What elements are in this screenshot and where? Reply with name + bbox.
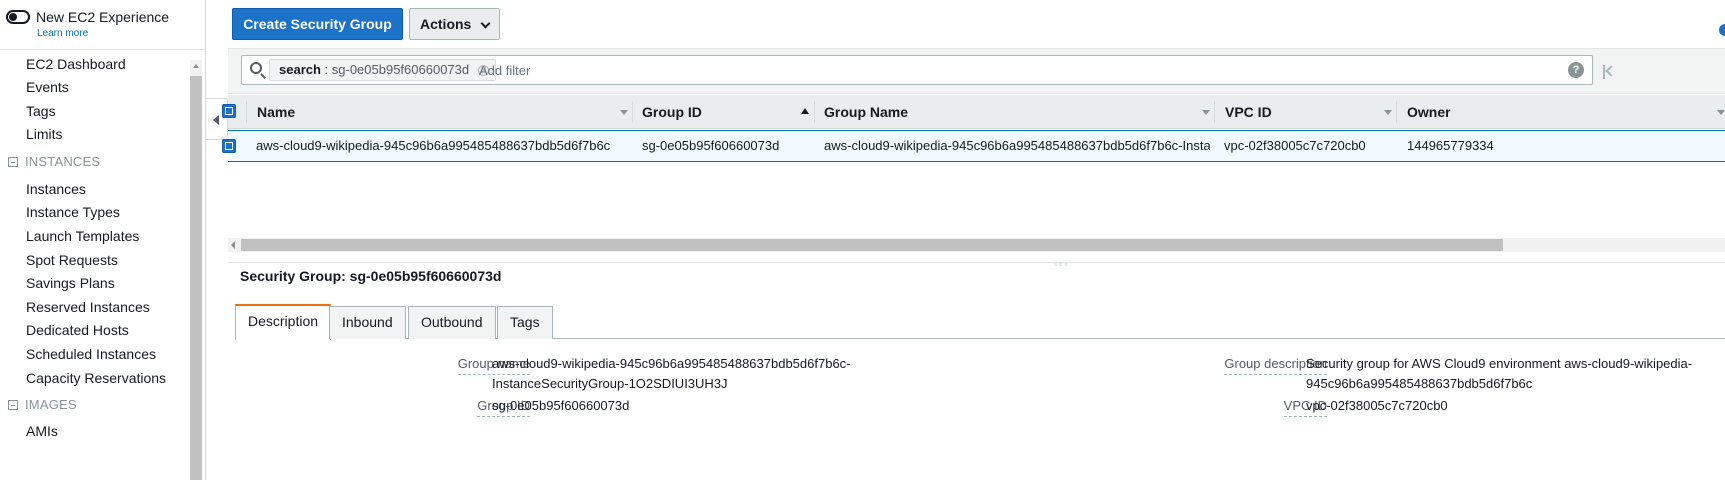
column-header-name[interactable]: Name <box>257 95 295 129</box>
scroll-left-icon[interactable] <box>231 241 235 249</box>
collapse-section-icon <box>8 157 18 167</box>
sidebar-item-events[interactable]: Events <box>26 79 69 95</box>
sidebar-item-spot-requests[interactable]: Spot Requests <box>26 252 118 268</box>
table-horizontal-scrollbar[interactable] <box>228 238 1725 252</box>
select-all-checkbox[interactable] <box>222 104 236 118</box>
sidebar-item-amis[interactable]: AMIs <box>26 423 58 439</box>
sidebar-item-instances[interactable]: Instances <box>26 181 86 197</box>
scroll-up-icon[interactable] <box>193 64 199 68</box>
sidebar-item-limits[interactable]: Limits <box>26 126 63 142</box>
panel-divider <box>228 262 1725 263</box>
resize-handle-icon[interactable]: ▫▫▫ <box>1054 259 1070 269</box>
group-description-line: Security group for AWS Cloud9 environmen… <box>1306 356 1693 371</box>
table-header: Name Group ID Group Name VPC ID Owner <box>222 95 1725 129</box>
sidebar-item-ec2-dashboard[interactable]: EC2 Dashboard <box>26 56 126 72</box>
group-description-value: Security group for AWS Cloud9 environmen… <box>1306 354 1692 394</box>
sidebar-item-savings-plans[interactable]: Savings Plans <box>26 275 115 291</box>
sort-icon[interactable] <box>1202 110 1210 115</box>
new-experience-label: New EC2 Experience <box>36 9 170 25</box>
column-separator <box>814 101 815 123</box>
sort-icon[interactable] <box>620 110 628 115</box>
column-separator <box>1396 101 1397 123</box>
collapse-section-icon <box>8 400 18 410</box>
table-row[interactable]: aws-cloud9-wikipedia-945c96b6a9954854886… <box>222 130 1725 162</box>
sidebar-scrollbar-thumb[interactable] <box>190 76 202 480</box>
caret-left-icon <box>213 115 219 125</box>
filter-token-key: search <box>279 62 321 77</box>
create-security-group-button[interactable]: Create Security Group <box>232 8 403 40</box>
sort-icon[interactable] <box>1384 110 1392 115</box>
sidebar-section-title: INSTANCES <box>25 154 101 169</box>
column-separator <box>632 101 633 123</box>
horizontal-scrollbar-thumb[interactable] <box>241 239 1503 251</box>
group-description-line: 945c96b6a995485488637bdb5d6f7b6c <box>1306 376 1533 391</box>
sidebar-item-reserved-instances[interactable]: Reserved Instances <box>26 299 150 315</box>
row-checkbox[interactable] <box>222 139 236 153</box>
sidebar-divider <box>0 49 205 50</box>
cell-name: aws-cloud9-wikipedia-945c96b6a9954854886… <box>256 138 611 153</box>
cell-group-id: sg-0e05b95f60660073d <box>642 138 780 153</box>
main-content: Create Security Group Actions search : s… <box>222 0 1725 480</box>
tab-outbound[interactable]: Outbound <box>408 306 496 339</box>
group-name-line: aws-cloud9-wikipedia-945c96b6a9954854886… <box>492 356 851 371</box>
sidebar-item-launch-templates[interactable]: Launch Templates <box>26 228 139 244</box>
group-name-value: aws-cloud9-wikipedia-945c96b6a9954854886… <box>492 354 851 394</box>
toggle-knob <box>9 13 17 21</box>
group-name-line: InstanceSecurityGroup-1O2SDIUI3UH3J <box>492 376 728 391</box>
sidebar-item-dedicated-hosts[interactable]: Dedicated Hosts <box>26 322 129 338</box>
sidebar-section-images[interactable]: IMAGES <box>8 397 77 412</box>
cell-vpc-id: vpc-02f38005c7c720cb0 <box>1224 138 1366 153</box>
info-dot-icon[interactable] <box>1719 24 1725 36</box>
filter-bar[interactable]: search : sg-0e05b95f60660073d ✕ ? <box>241 55 1593 85</box>
tab-inbound[interactable]: Inbound <box>329 306 406 339</box>
detail-tabs: Description Inbound Outbound Tags <box>235 303 1725 340</box>
filter-toolbar: search : sg-0e05b95f60660073d ✕ ? <box>228 48 1725 94</box>
group-id-value: sg-0e05b95f60660073d <box>492 398 630 413</box>
sidebar-scrollbar[interactable] <box>190 60 202 480</box>
vpc-id-value: vpc-02f38005c7c720cb0 <box>1306 398 1448 413</box>
filter-token[interactable]: search : sg-0e05b95f60660073d ✕ <box>269 59 497 81</box>
sidebar-section-instances[interactable]: INSTANCES <box>8 154 100 169</box>
chevron-down-icon <box>480 18 491 29</box>
cell-group-name: aws-cloud9-wikipedia-945c96b6a9954854886… <box>824 138 1210 153</box>
tab-tags[interactable]: Tags <box>497 306 553 339</box>
sort-ascending-icon[interactable] <box>801 108 809 114</box>
sidebar-item-scheduled-instances[interactable]: Scheduled Instances <box>26 346 156 362</box>
sidebar-item-capacity-reservations[interactable]: Capacity Reservations <box>26 370 166 386</box>
column-separator <box>246 101 247 123</box>
learn-more-link[interactable]: Learn more <box>37 28 88 39</box>
actions-label: Actions <box>420 16 472 32</box>
search-icon <box>250 62 266 79</box>
sort-icon[interactable] <box>1717 110 1725 115</box>
sidebar: New EC2 Experience Learn more EC2 Dashbo… <box>0 0 206 480</box>
new-experience-toggle[interactable] <box>6 10 30 24</box>
tab-description[interactable]: Description <box>235 304 332 340</box>
column-header-vpc-id[interactable]: VPC ID <box>1225 95 1272 129</box>
column-header-owner[interactable]: Owner <box>1407 95 1451 129</box>
column-separator <box>1214 101 1215 123</box>
column-header-group-name[interactable]: Group Name <box>824 95 908 129</box>
add-filter-input[interactable] <box>479 60 1179 80</box>
actions-dropdown-button[interactable]: Actions <box>409 8 500 40</box>
cell-owner: 144965779334 <box>1407 138 1494 153</box>
sidebar-section-title: IMAGES <box>25 397 77 412</box>
help-icon[interactable]: ? <box>1568 62 1584 78</box>
sidebar-item-instance-types[interactable]: Instance Types <box>26 204 120 220</box>
sidebar-item-tags[interactable]: Tags <box>26 103 56 119</box>
filter-token-value: sg-0e05b95f60660073d <box>331 62 470 77</box>
first-page-icon[interactable] <box>1603 65 1617 79</box>
detail-panel-title: Security Group: sg-0e05b95f60660073d <box>240 268 502 284</box>
column-header-group-id[interactable]: Group ID <box>642 95 702 129</box>
